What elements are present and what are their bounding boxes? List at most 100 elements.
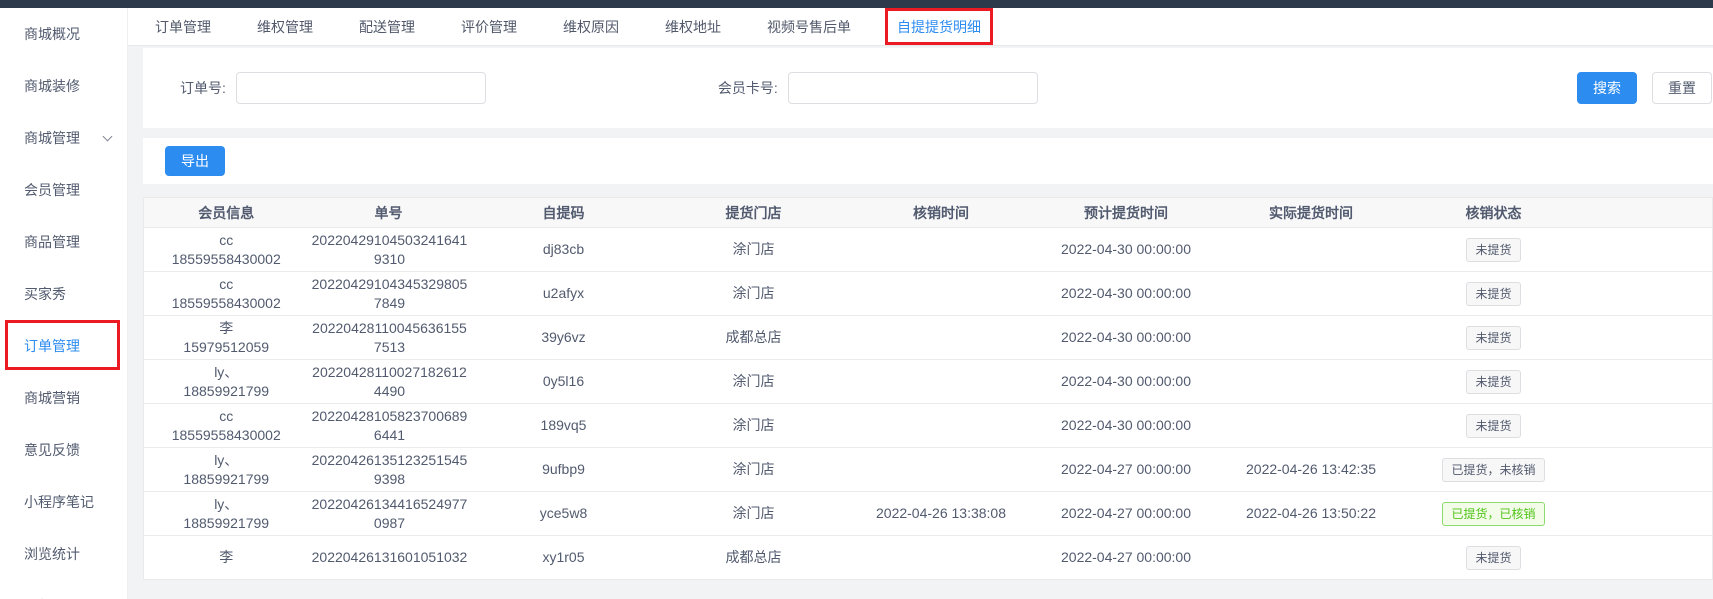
expected-pickup-time-cell: 2022-04-30 00:00:00 xyxy=(1033,227,1219,272)
sidebar-item-label: 会员管理 xyxy=(24,182,80,198)
pickup-code-cell: dj83cb xyxy=(468,227,659,272)
sidebar-item-buyer-show[interactable]: 买家秀 xyxy=(0,268,127,320)
sidebar-item-member-management[interactable]: 会员管理 xyxy=(0,164,127,216)
sidebar-item-label: 小程序笔记 xyxy=(24,494,94,510)
sidebar-item-label: 商城概况 xyxy=(24,26,80,42)
sidebar-item-browse-statistics[interactable]: 浏览统计 xyxy=(0,528,127,580)
filler-cell xyxy=(1583,359,1713,404)
member-name: ly、 xyxy=(214,451,239,468)
tab-label: 维权地址 xyxy=(665,18,721,35)
table-row: ly、 18859921799 202204261344165249770987 yc… xyxy=(143,491,1713,536)
filler-cell xyxy=(1583,491,1713,536)
member-name: 李 xyxy=(219,549,234,565)
tab-bar: 订单管理 维权管理 配送管理 评价管理 维权原因 维权地址 视频号售后单 自提提货明细 xyxy=(128,7,1713,46)
tab-delivery-management[interactable]: 配送管理 xyxy=(359,17,415,37)
table-row: ly、 18859921799 202204281100271826124490 0y… xyxy=(143,359,1713,404)
table-row: ly、 18859921799 202204261351232515459398 9u… xyxy=(143,447,1713,492)
table-header-row: 会员信息 单号 自提码 提货门店 核销时间 预计提货时间 实际提货时间 核销状态 xyxy=(143,197,1713,228)
sidebar-item-mall-decoration[interactable]: 商城装修 xyxy=(0,60,127,112)
sidebar-item-mall-marketing[interactable]: 商城营销 xyxy=(0,372,127,424)
store-cell: 成都总店 xyxy=(658,315,849,360)
tab-rights-address[interactable]: 维权地址 xyxy=(665,17,721,37)
search-button[interactable]: 搜索 xyxy=(1577,72,1637,104)
app-layout: 商城概况 商城装修 商城管理 会员管理 商品管理 买家秀 订单管理 商城营销 意见反馈 小程序笔记… xyxy=(0,7,1713,599)
order-no: 202204281100271826124490 xyxy=(312,363,467,399)
status-badge: 未提货 xyxy=(1466,545,1521,570)
tab-pickup-detail[interactable]: 自提提货明细 xyxy=(885,7,993,45)
member-phone: 18859921799 xyxy=(183,470,270,487)
member-name: ly、 xyxy=(214,495,239,512)
filter-buttons: 搜索 重置 xyxy=(1577,72,1713,104)
tab-rights-reason[interactable]: 维权原因 xyxy=(563,17,619,37)
status-badge: 未提货 xyxy=(1466,325,1521,350)
store-cell: 成都总店 xyxy=(658,535,849,580)
member-phone: 18859921799 xyxy=(183,382,270,399)
member-info-cell: 李 xyxy=(143,535,309,580)
sidebar-item-feedback[interactable]: 意见反馈 xyxy=(0,424,127,476)
verify-time-cell xyxy=(848,403,1034,448)
order-no: 202204281100456361557513 xyxy=(312,319,467,355)
status-cell: 已提货，已核销 xyxy=(1403,491,1584,536)
actual-pickup-time-cell: 2022-04-26 13:42:35 xyxy=(1218,447,1404,492)
member-info-cell: cc 18559558430002 xyxy=(143,227,309,272)
table-row: 李 20220426131601051032 xy1r05 成都总店 2022-04-2… xyxy=(143,535,1713,580)
status-badge: 未提货 xyxy=(1466,281,1521,306)
tab-order-management[interactable]: 订单管理 xyxy=(155,17,211,37)
member-name: cc xyxy=(219,275,234,292)
order-no-label: 订单号: xyxy=(180,80,226,96)
column-header: 提货门店 xyxy=(658,197,849,228)
tab-label: 订单管理 xyxy=(155,18,211,35)
tab-label: 自提提货明细 xyxy=(897,18,981,35)
tab-label: 配送管理 xyxy=(359,18,415,35)
sidebar-item-label: 订单管理 xyxy=(24,338,80,354)
main-area: 订单管理 维权管理 配送管理 评价管理 维权原因 维权地址 视频号售后单 自提提货明细 订单号… xyxy=(128,7,1713,599)
sidebar-item-mini-program-notes[interactable]: 小程序笔记 xyxy=(0,476,127,528)
sidebar-item-label: 买家秀 xyxy=(24,286,66,302)
status-cell: 未提货 xyxy=(1403,535,1584,580)
order-no-input[interactable] xyxy=(235,72,486,104)
sidebar-item-mall-overview[interactable]: 商城概况 xyxy=(0,8,127,60)
status-badge: 未提货 xyxy=(1466,369,1521,394)
table-row: 李 15979512059 202204281100456361557513 39y6… xyxy=(143,315,1713,360)
order-no-cell: 202204261344165249770987 xyxy=(308,491,469,536)
column-header: 核销时间 xyxy=(848,197,1034,228)
pickup-detail-table: 会员信息 单号 自提码 提货门店 核销时间 预计提货时间 实际提货时间 核销状态 cc 1855… xyxy=(143,197,1713,580)
status-cell: 未提货 xyxy=(1403,315,1584,360)
pickup-code-cell: 39y6vz xyxy=(468,315,659,360)
pickup-code-cell: 9ufbp9 xyxy=(468,447,659,492)
filler-cell xyxy=(1583,403,1713,448)
sidebar-item-order-management[interactable]: 订单管理 xyxy=(0,320,127,372)
order-no: 202204291045032416419310 xyxy=(311,231,468,267)
verify-time-cell xyxy=(848,447,1034,492)
member-card-input[interactable] xyxy=(787,72,1038,104)
member-info-cell: ly、 18859921799 xyxy=(143,447,309,492)
status-cell: 已提货，未核销 xyxy=(1403,447,1584,492)
actual-pickup-time-cell xyxy=(1218,315,1404,360)
sidebar-item-product-management[interactable]: 商品管理 xyxy=(0,216,127,268)
status-cell: 未提货 xyxy=(1403,403,1584,448)
sidebar-item-mall-management[interactable]: 商城管理 xyxy=(0,112,127,164)
order-no: 202204261344165249770987 xyxy=(311,495,468,531)
store-cell: 涂门店 xyxy=(658,403,849,448)
actual-pickup-time-cell xyxy=(1218,271,1404,316)
status-badge: 未提货 xyxy=(1466,413,1521,438)
tab-label: 维权原因 xyxy=(563,18,619,35)
content-area: 订单号: 会员卡号: 搜索 重置 导出 会员信息 单号 自提码 提货门店 核销时… xyxy=(128,46,1713,599)
actual-pickup-time-cell xyxy=(1218,403,1404,448)
column-header: 会员信息 xyxy=(143,197,309,228)
sidebar-item-video-channel[interactable]: 视频号 xyxy=(0,580,127,599)
chevron-down-icon xyxy=(102,131,113,141)
expected-pickup-time-cell: 2022-04-27 00:00:00 xyxy=(1033,535,1219,580)
expected-pickup-time-cell: 2022-04-27 00:00:00 xyxy=(1033,447,1219,492)
order-no: 202204291043453298057849 xyxy=(311,275,468,311)
tab-rights-management[interactable]: 维权管理 xyxy=(257,17,313,37)
column-header: 单号 xyxy=(308,197,469,228)
filler-cell xyxy=(1583,271,1713,316)
tab-video-after-sales[interactable]: 视频号售后单 xyxy=(767,17,851,37)
reset-button[interactable]: 重置 xyxy=(1652,72,1712,104)
member-phone: 18559558430002 xyxy=(171,250,281,267)
tab-review-management[interactable]: 评价管理 xyxy=(461,17,517,37)
sidebar-item-label: 商城营销 xyxy=(24,390,80,406)
export-button[interactable]: 导出 xyxy=(165,146,225,176)
verify-time-cell xyxy=(848,227,1034,272)
